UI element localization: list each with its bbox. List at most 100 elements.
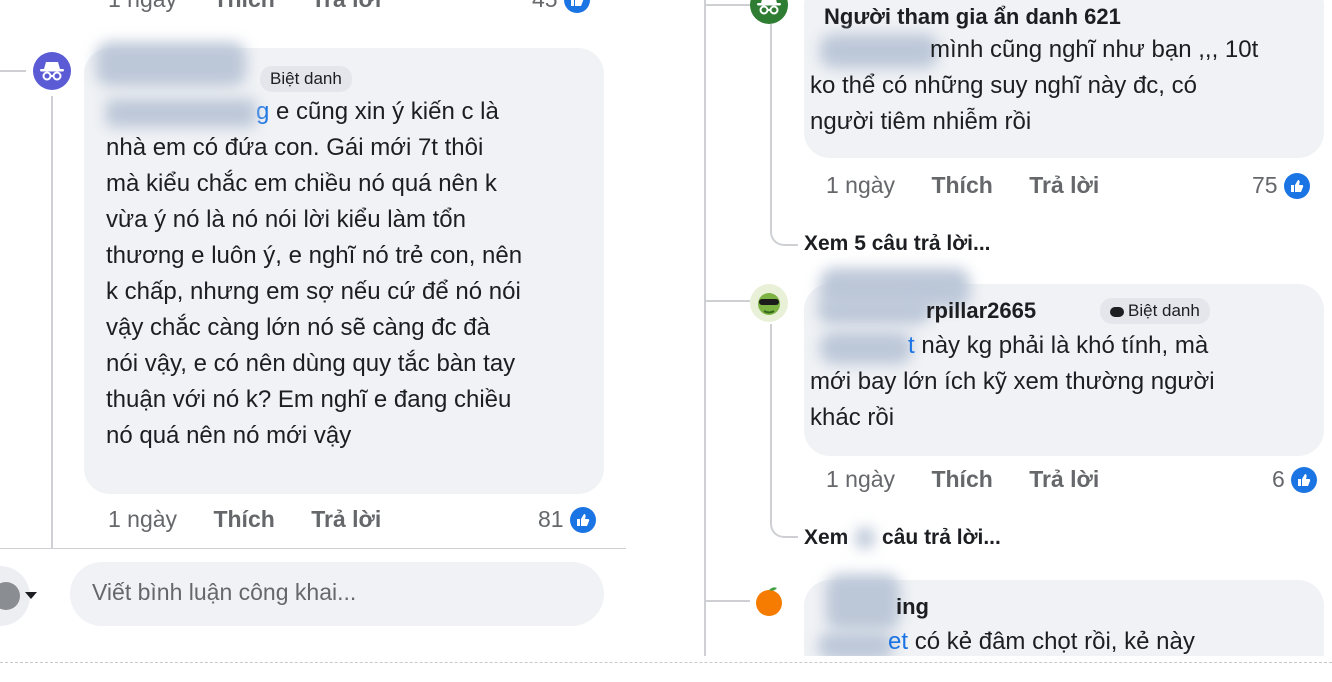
reply-link[interactable]: Trả lời xyxy=(1029,172,1099,198)
alien-avatar[interactable] xyxy=(750,284,788,322)
prev-like-count: 45 xyxy=(532,0,590,13)
comment-line-10: nó quá nên nó mới vậy xyxy=(106,422,352,449)
author-name[interactable]: rpillar2665 xyxy=(926,298,1036,324)
reply-link[interactable]: Trả lời xyxy=(1029,466,1099,492)
comment-first-line: et có kẻ đâm chọt rồi, kẻ này xyxy=(888,624,1195,656)
like-number: 6 xyxy=(1272,466,1285,492)
view-replies-link[interactable]: Xem câu trả lời... xyxy=(804,526,1001,550)
like-icon xyxy=(563,0,590,13)
thread-connector xyxy=(704,4,750,6)
like-icon xyxy=(1283,172,1310,199)
blurred-author-name xyxy=(826,574,900,630)
reply-thread-curve xyxy=(770,24,798,246)
like-number: 81 xyxy=(538,506,564,532)
like-link[interactable]: Thích xyxy=(213,506,274,532)
prev-reply-link[interactable]: Trả lời xyxy=(311,0,381,12)
like-icon xyxy=(1290,466,1317,493)
comment-meta: 1 ngày Thích Trả lời xyxy=(826,172,1099,199)
comment-line-1: này kg phải là khó tính, mà xyxy=(921,332,1209,359)
prev-like-link[interactable]: Thích xyxy=(213,0,274,12)
prev-time: 1 ngày xyxy=(108,0,177,12)
comment-line-7: vậy chắc càng lớn nó sẽ càng đc đà xyxy=(106,314,490,341)
comment-line-2: nhà em có đứa con. Gái mới 7t thôi xyxy=(106,134,484,161)
comment-line-6: k chấp, nhưng em sợ nếu cứ để nó nói xyxy=(106,278,521,305)
nickname-badge: Biệt danh xyxy=(1100,298,1210,324)
view-replies-start: Xem xyxy=(804,526,849,549)
section-divider xyxy=(0,548,626,549)
comment-line-3: mà kiểu chắc em chiều nó quá nên k xyxy=(106,170,497,197)
blurred-mention xyxy=(820,332,912,364)
badge-label: Biệt danh xyxy=(270,69,342,88)
orange-avatar-icon xyxy=(756,587,782,616)
comment-line-2: mới bay lớn ích kỹ xem thường người xyxy=(810,368,1215,395)
like-count: 75 xyxy=(1252,172,1310,199)
author-name[interactable]: ing xyxy=(896,594,929,620)
like-number: 75 xyxy=(1252,172,1278,198)
comment-meta: 1 ngày Thích Trả lời xyxy=(108,506,381,533)
comment-line-1: e cũng xin ý kiến c là xyxy=(276,98,499,125)
like-link[interactable]: Thích xyxy=(931,172,992,198)
outer-thread-line xyxy=(704,0,706,656)
comment-line-4: vừa ý nó là nó nói lời kiểu làm tổn xyxy=(106,206,466,233)
blurred-author-name xyxy=(818,298,930,324)
comment-line-1: có kẻ đâm chọt rồi, kẻ này xyxy=(914,628,1195,655)
comment-line-8: nói vậy, e có nên dùng quy tắc bàn tay xyxy=(106,350,516,377)
view-replies-link[interactable]: Xem 5 câu trả lời... xyxy=(804,232,991,256)
thread-connector xyxy=(704,300,750,302)
like-icon xyxy=(569,506,596,533)
left-comment-panel: 1 ngày Thích Trả lời 45 Biệt danh g e cũ… xyxy=(0,0,628,656)
thread-line xyxy=(51,96,53,548)
mention-link[interactable]: t xyxy=(908,332,915,359)
view-replies-end: câu trả lời... xyxy=(882,526,1001,549)
comment-body: nhà em có đứa con. Gái mới 7t thôi mà ki… xyxy=(106,130,522,454)
blurred-mention xyxy=(820,34,938,68)
comment-bubble: Biệt danh g e cũng xin ý kiến c là nhà e… xyxy=(84,42,604,494)
comment-bubble: ing et có kẻ đâm chọt rồi, kẻ này xyxy=(804,574,1324,656)
anonymous-icon xyxy=(757,0,781,15)
comment-bubble: Người tham gia ẩn danh 621 mình cũng ngh… xyxy=(804,0,1324,158)
screenshot-divider xyxy=(0,662,1332,663)
author-name[interactable]: Người tham gia ẩn danh 621 xyxy=(824,4,1121,30)
alien-avatar-icon xyxy=(758,293,780,315)
comment-time: 1 ngày xyxy=(826,172,896,198)
anonymous-icon xyxy=(1110,306,1124,317)
like-link[interactable]: Thích xyxy=(931,466,992,492)
thread-connector xyxy=(704,600,750,602)
comment-line-1: mình cũng nghĩ như bạn ,,, 10t xyxy=(930,36,1259,63)
nickname-badge: Biệt danh xyxy=(260,66,352,92)
caret-down-icon[interactable] xyxy=(24,588,38,606)
prev-like-number: 45 xyxy=(532,0,558,13)
right-comment-panel: Người tham gia ẩn danh 621 mình cũng ngh… xyxy=(700,0,1332,656)
blurred-count xyxy=(856,528,875,549)
comment-meta: 1 ngày Thích Trả lời xyxy=(826,466,1099,493)
comment-line-5: thương e luôn ý, e nghĩ nó trẻ con, nên xyxy=(106,242,523,269)
badge-label: Biệt danh xyxy=(1128,301,1200,320)
blurred-mention xyxy=(106,98,256,127)
anonymous-icon xyxy=(40,62,64,81)
comment-time: 1 ngày xyxy=(108,506,178,532)
comment-time: 1 ngày xyxy=(826,466,896,492)
reply-thread-curve xyxy=(770,324,798,538)
blurred-author-name xyxy=(96,42,246,86)
prev-comment-meta: 1 ngày Thích Trả lời xyxy=(108,0,381,13)
anonymous-avatar[interactable] xyxy=(750,0,788,24)
like-count: 81 xyxy=(538,506,596,533)
anonymous-avatar[interactable] xyxy=(33,52,71,90)
comment-first-line: t này kg phải là khó tính, mà xyxy=(908,328,1208,364)
thread-connector xyxy=(0,70,26,72)
comment-line-3: người tiêm nhiễm rồi xyxy=(810,108,1032,135)
like-count: 6 xyxy=(1272,466,1317,493)
mention-link[interactable]: g xyxy=(256,98,269,125)
comment-line-3: khác rồi xyxy=(810,404,895,431)
orange-avatar[interactable] xyxy=(750,582,788,620)
reply-link[interactable]: Trả lời xyxy=(311,506,381,532)
comment-bubble: rpillar2665 Biệt danh t này kg phải là k… xyxy=(804,268,1324,456)
comment-line-2: ko thể có những suy nghĩ này đc, có xyxy=(810,72,1197,99)
comment-input[interactable]: Viết bình luận công khai... xyxy=(70,562,604,626)
mention-link[interactable]: et xyxy=(888,628,908,655)
blurred-mention xyxy=(818,632,894,656)
comment-first-line: g e cũng xin ý kiến c là xyxy=(106,94,499,130)
comment-line-9: thuận với nó k? Em nghĩ e đang chiều xyxy=(106,386,512,413)
user-avatar-icon xyxy=(0,582,20,610)
comment-input-placeholder: Viết bình luận công khai... xyxy=(92,579,357,605)
